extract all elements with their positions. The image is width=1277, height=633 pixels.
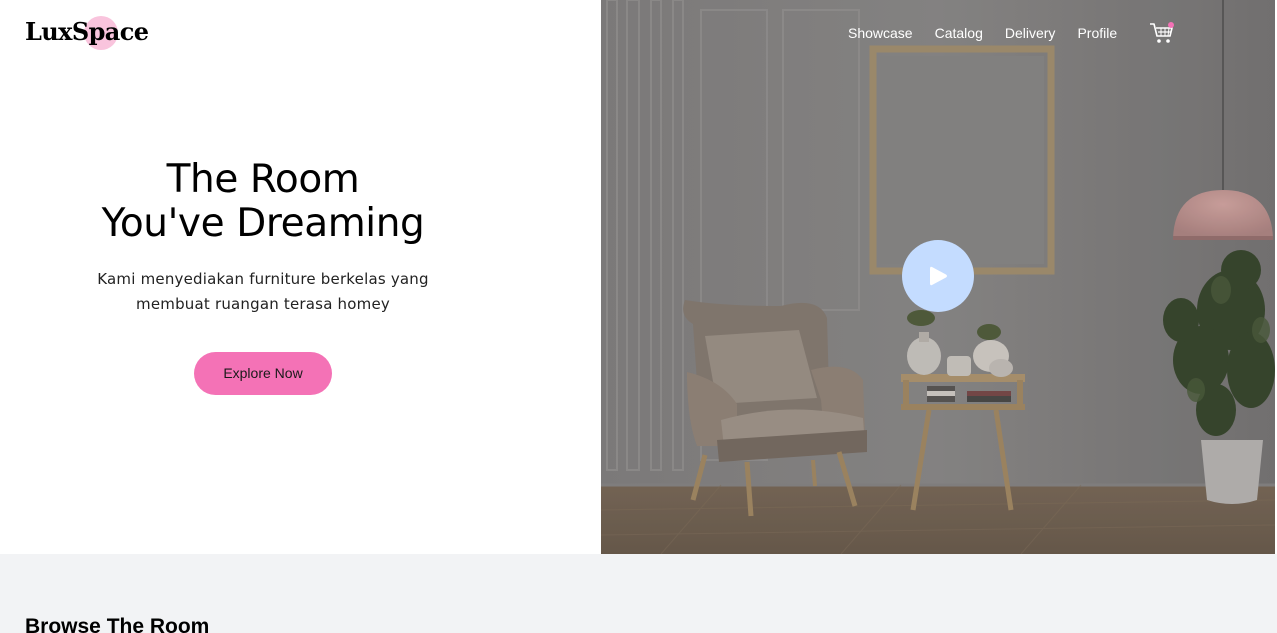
explore-now-button[interactable]: Explore Now (194, 352, 332, 395)
hero-left-panel: LuxSpace The Room You've Dreaming Kami m… (0, 0, 601, 554)
shopping-cart-icon[interactable] (1149, 20, 1175, 46)
nav-item-profile[interactable]: Profile (1077, 25, 1117, 41)
nav-item-delivery[interactable]: Delivery (1005, 25, 1056, 41)
hero-subtitle-line-1: Kami menyediakan furniture berkelas yang (97, 270, 429, 288)
main-nav: Showcase Catalog Delivery Profile (848, 22, 1139, 44)
play-video-button[interactable] (902, 240, 974, 312)
play-icon (930, 266, 947, 286)
brand-name: LuxSpace (25, 17, 149, 46)
browse-section: Browse The Room (0, 554, 1277, 633)
browse-section-title: Browse The Room (25, 615, 210, 633)
hero-image-panel: Showcase Catalog Delivery Profile (601, 0, 1275, 554)
nav-item-showcase[interactable]: Showcase (848, 25, 913, 41)
cart-badge (1168, 22, 1174, 28)
brand-logo[interactable]: LuxSpace (25, 14, 149, 50)
hero-title-line-1: The Room (166, 157, 360, 202)
hero-title: The Room You've Dreaming (30, 158, 496, 246)
hero-subtitle-line-2: membuat ruangan terasa homey (136, 295, 390, 313)
hero-title-line-2: You've Dreaming (101, 201, 425, 246)
nav-item-catalog[interactable]: Catalog (935, 25, 983, 41)
hero-subtitle: Kami menyediakan furniture berkelas yang… (30, 267, 496, 317)
